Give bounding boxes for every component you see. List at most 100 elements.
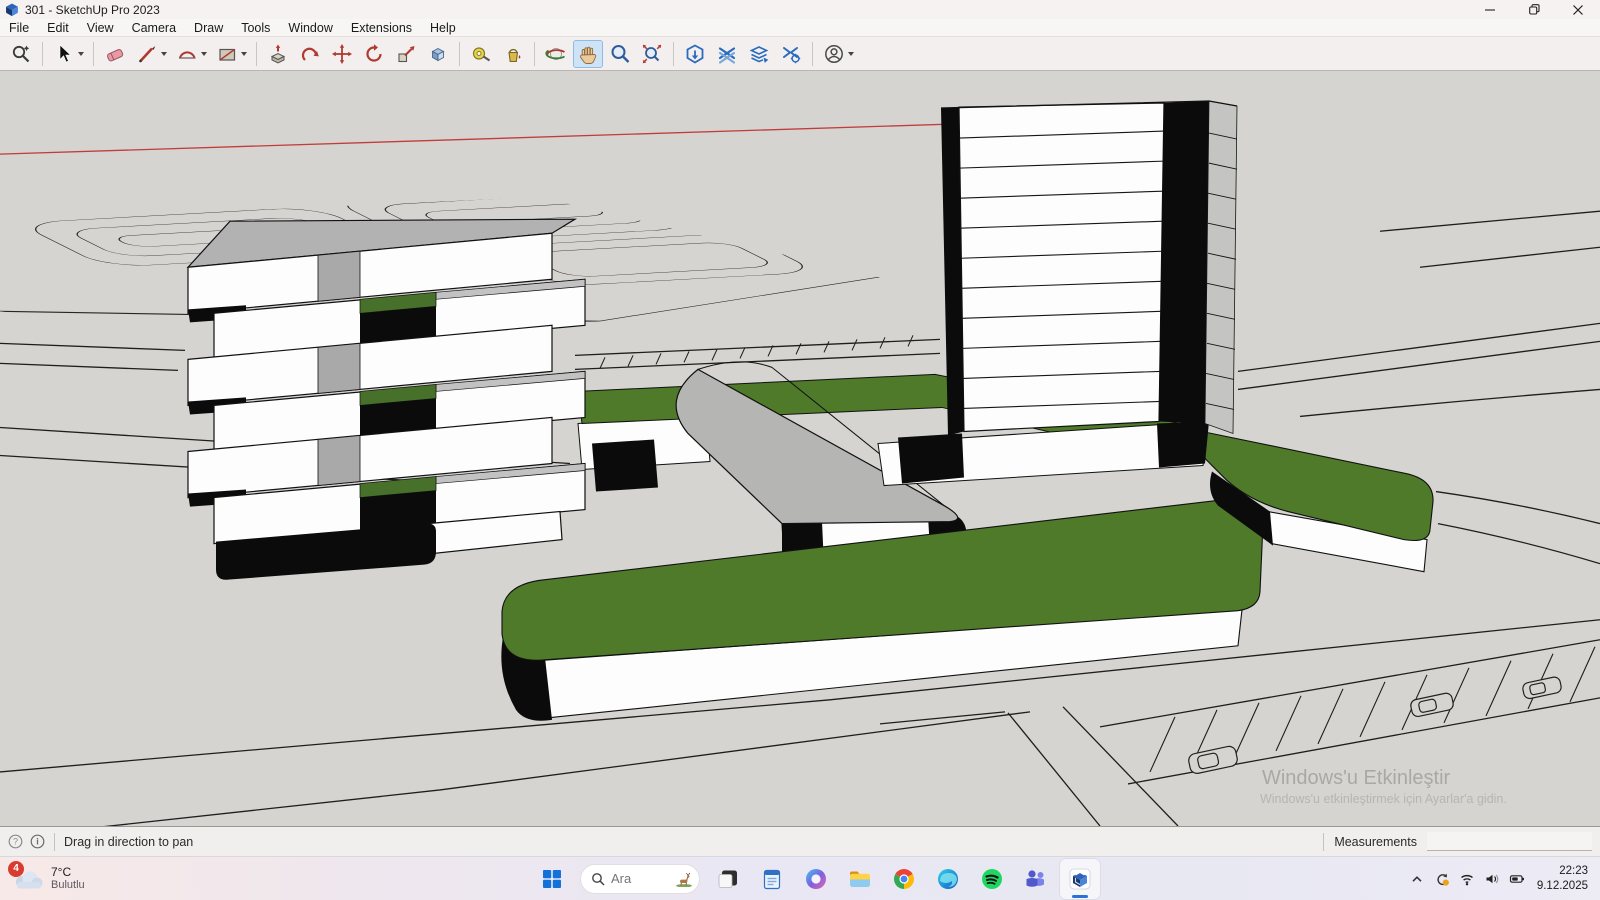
scale-tool-button[interactable]	[391, 40, 421, 68]
menu-camera[interactable]: Camera	[123, 19, 185, 36]
toolbar-separator	[534, 42, 535, 66]
toolbar-separator	[459, 42, 460, 66]
push-pull-icon	[267, 43, 289, 65]
rotate-icon	[363, 43, 385, 65]
toolbar-separator	[42, 42, 43, 66]
sketchup-taskbar-button[interactable]	[1060, 859, 1100, 899]
minimize-button[interactable]	[1468, 0, 1512, 19]
paint-bucket-icon	[502, 43, 524, 65]
menu-file[interactable]: File	[0, 19, 38, 36]
chrome-icon	[891, 866, 917, 892]
model-scene: Windows'u Etkinleştir Windows'u etkinleş…	[0, 71, 1600, 826]
account-icon	[823, 43, 845, 65]
toolbar-separator	[812, 42, 813, 66]
menu-extensions[interactable]: Extensions	[342, 19, 421, 36]
titlebar: 301 - SketchUp Pro 2023	[0, 0, 1600, 19]
extension-warehouse-icon	[716, 43, 738, 65]
menu-tools[interactable]: Tools	[232, 19, 279, 36]
wifi-tray-icon[interactable]	[1459, 871, 1475, 887]
statusbar-divider	[54, 833, 55, 851]
select-tool-button[interactable]	[49, 40, 87, 68]
dropdown-caret-icon[interactable]	[201, 52, 207, 56]
left-building	[188, 219, 585, 580]
pan-tool-button[interactable]	[573, 40, 603, 68]
notepad-taskbar-button[interactable]	[752, 859, 792, 899]
move-tool-button[interactable]	[327, 40, 357, 68]
arc-icon	[176, 43, 198, 65]
restore-button[interactable]	[1512, 0, 1556, 19]
menu-edit[interactable]: Edit	[38, 19, 78, 36]
close-button[interactable]	[1556, 0, 1600, 19]
eraser-tool-button[interactable]	[100, 40, 130, 68]
system-tray: 22:23 9.12.2025	[1409, 857, 1600, 900]
rotate-tool-button[interactable]	[359, 40, 389, 68]
extension-manager-icon	[780, 43, 802, 65]
context-help-icon[interactable]: ?	[8, 834, 23, 849]
edge-icon	[935, 866, 961, 892]
taskbar-center	[532, 857, 1100, 900]
extension-manager-tool-button[interactable]	[776, 40, 806, 68]
weather-temperature: 7°C	[51, 865, 85, 879]
push-pull-tool-button[interactable]	[263, 40, 293, 68]
edge-taskbar-button[interactable]	[928, 859, 968, 899]
extension-warehouse-tool-button[interactable]	[712, 40, 742, 68]
hidden-icons-tray-icon[interactable]	[1409, 871, 1425, 887]
measurements-input[interactable]	[1427, 832, 1592, 851]
taskbar: 4 7°C Bulutlu 22:23 9.12.2025	[0, 856, 1600, 900]
menu-draw[interactable]: Draw	[185, 19, 232, 36]
scale-icon	[395, 43, 417, 65]
search-sketchup-tool-button[interactable]	[6, 40, 36, 68]
dropdown-caret-icon[interactable]	[241, 52, 247, 56]
task-view-taskbar-button[interactable]	[708, 859, 748, 899]
volume-tray-icon[interactable]	[1484, 871, 1500, 887]
model-info-icon[interactable]: i	[30, 834, 45, 849]
toolbar-separator	[93, 42, 94, 66]
line-icon	[136, 43, 158, 65]
layers-panel-tool-button[interactable]	[744, 40, 774, 68]
menu-help[interactable]: Help	[421, 19, 465, 36]
notepad-icon	[759, 866, 785, 892]
file-explorer-taskbar-button[interactable]	[840, 859, 880, 899]
spotify-taskbar-button[interactable]	[972, 859, 1012, 899]
zoom-extents-icon	[641, 43, 663, 65]
warehouse-3d-tool-button[interactable]	[680, 40, 710, 68]
menu-window[interactable]: Window	[279, 19, 341, 36]
menu-view[interactable]: View	[78, 19, 123, 36]
zoom-extents-tool-button[interactable]	[637, 40, 667, 68]
line-tool-button[interactable]	[132, 40, 170, 68]
update-tray-icon[interactable]	[1434, 871, 1450, 887]
rectangle-tool-button[interactable]	[212, 40, 250, 68]
menubar: FileEditViewCameraDrawToolsWindowExtensi…	[0, 19, 1600, 37]
dropdown-caret-icon[interactable]	[848, 52, 854, 56]
tape-measure-tool-button[interactable]	[466, 40, 496, 68]
window-controls	[1468, 0, 1600, 19]
teams-taskbar-button[interactable]	[1016, 859, 1056, 899]
start-taskbar-button[interactable]	[532, 859, 572, 899]
account-tool-button[interactable]	[819, 40, 857, 68]
3d-viewport[interactable]: Windows'u Etkinleştir Windows'u etkinleş…	[0, 71, 1600, 826]
layers-panel-icon	[748, 43, 770, 65]
follow-me-icon	[299, 43, 321, 65]
battery-tray-icon[interactable]	[1509, 871, 1525, 887]
taskbar-search-box[interactable]	[580, 864, 700, 894]
weather-condition: Bulutlu	[51, 879, 85, 892]
paint-bucket-tool-button[interactable]	[498, 40, 528, 68]
sketchup-logo-icon	[5, 3, 19, 17]
zoom-tool-button[interactable]	[605, 40, 635, 68]
copilot-icon	[803, 866, 829, 892]
orbit-tool-button[interactable]	[541, 40, 571, 68]
follow-me-tool-button[interactable]	[295, 40, 325, 68]
arc-tool-button[interactable]	[172, 40, 210, 68]
search-input[interactable]	[611, 871, 671, 886]
file-explorer-icon	[847, 866, 873, 892]
clock-date: 9.12.2025	[1537, 879, 1588, 894]
dropdown-caret-icon[interactable]	[78, 52, 84, 56]
copilot-taskbar-button[interactable]	[796, 859, 836, 899]
chrome-taskbar-button[interactable]	[884, 859, 924, 899]
weather-widget[interactable]: 4 7°C Bulutlu	[10, 857, 85, 900]
offset-tool-button[interactable]	[423, 40, 453, 68]
dropdown-caret-icon[interactable]	[161, 52, 167, 56]
task-view-icon	[715, 866, 741, 892]
taskbar-clock[interactable]: 22:23 9.12.2025	[1537, 864, 1588, 894]
search-highlight-deer-icon	[675, 871, 693, 887]
